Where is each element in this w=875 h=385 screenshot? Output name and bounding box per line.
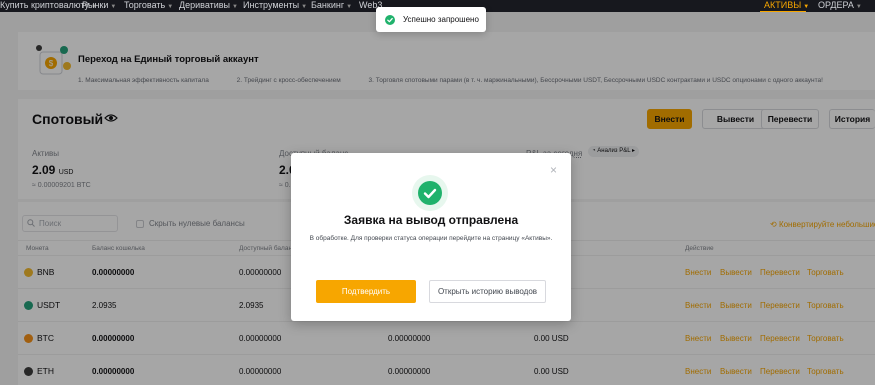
nav-trade[interactable]: Торговать ▼ [124, 0, 173, 12]
check-circle-icon [418, 181, 442, 205]
chevron-down-icon: ▼ [855, 4, 862, 10]
dialog-title: Заявка на вывод отправлена [343, 213, 519, 227]
chevron-down-icon: ▼ [346, 4, 353, 10]
nav-derivatives[interactable]: Деривативы ▼ [179, 0, 238, 12]
confirm-button[interactable]: Подтвердить [316, 280, 416, 303]
checkmark-icon [423, 188, 437, 199]
nav-buy-crypto-label: Купить криптовалюту [0, 0, 90, 10]
nav-markets[interactable]: Рынки ▼ [82, 0, 116, 12]
toast-checkmark-icon [387, 17, 393, 22]
nav-derivatives-label: Деривативы [179, 0, 231, 10]
withdrawal-submitted-dialog: × Заявка на вывод отправлена В обработке… [291, 153, 571, 321]
chevron-down-icon: ▼ [167, 4, 174, 10]
nav-tools-label: Инструменты [243, 0, 300, 10]
chevron-down-icon: ▼ [301, 4, 308, 10]
success-check-icon [385, 14, 395, 25]
nav-markets-label: Рынки [82, 0, 109, 10]
success-icon-halo [412, 175, 448, 211]
toast-text: Успешно запрошено [403, 15, 479, 24]
nav-assets-label: АКТИВЫ [764, 0, 802, 10]
nav-tools[interactable]: Инструменты ▼ [243, 0, 307, 12]
dialog-message: В обработке. Для проверки статуса операц… [309, 235, 553, 242]
nav-orders[interactable]: ОРДЕРА ▼ [818, 0, 862, 12]
success-toast: Успешно запрошено [376, 7, 486, 32]
nav-trade-label: Торговать [124, 0, 166, 10]
open-withdrawal-history-button[interactable]: Открыть историю выводов [429, 280, 546, 303]
chevron-down-icon: ▼ [232, 4, 238, 10]
nav-banking-label: Банкинг [311, 0, 345, 10]
chevron-down-icon: ▼ [803, 4, 810, 10]
close-icon[interactable]: × [550, 163, 557, 177]
nav-orders-label: ОРДЕРА [818, 0, 854, 10]
nav-banking[interactable]: Банкинг ▼ [311, 0, 352, 12]
chevron-down-icon: ▼ [110, 4, 117, 10]
